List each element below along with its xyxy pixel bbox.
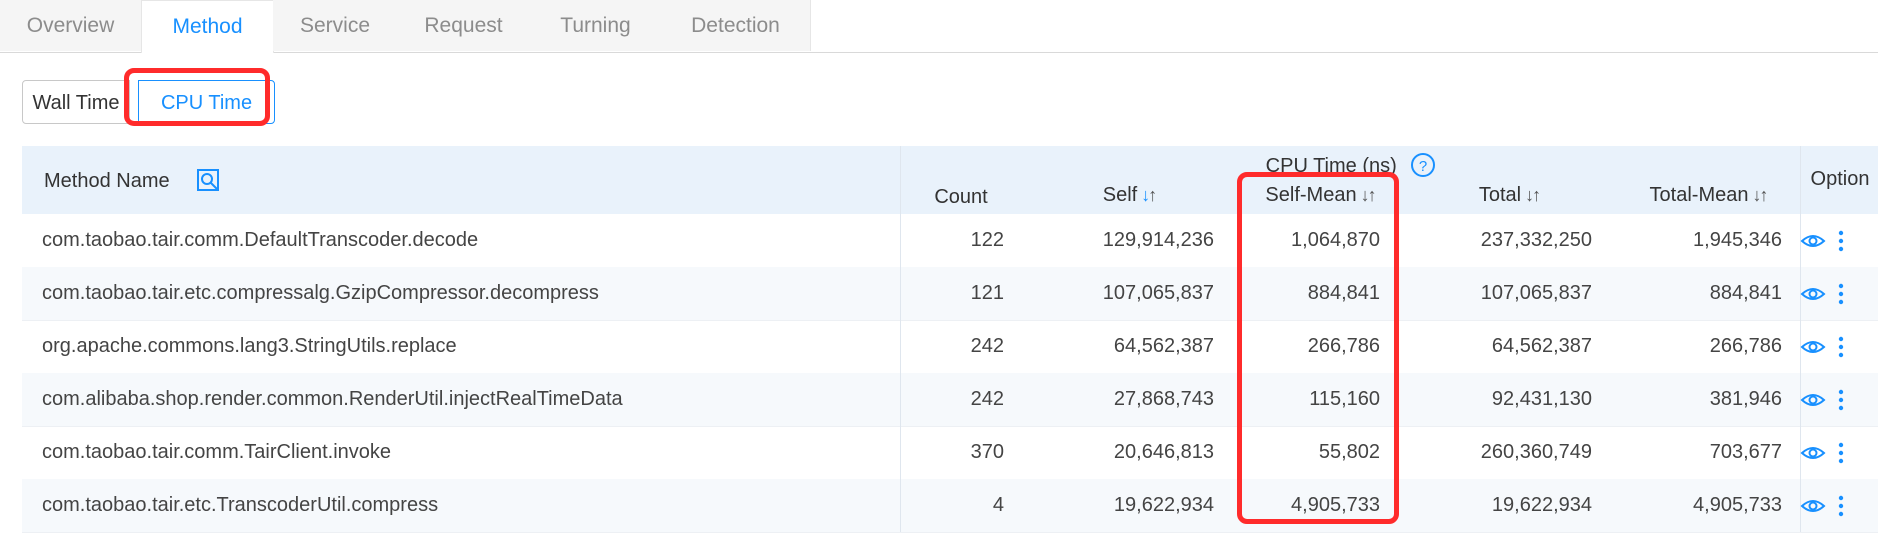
sort-icon[interactable]: ↓↑ — [1361, 185, 1377, 205]
eye-icon[interactable] — [1800, 496, 1826, 516]
method-name-cell: org.apache.commons.lang3.StringUtils.rep… — [42, 335, 457, 357]
total-cell: 260,360,749 — [1480, 441, 1592, 463]
header-divider — [900, 146, 901, 214]
total-cell: 107,065,837 — [1480, 282, 1592, 304]
total-header[interactable]: Total ↓↑ — [1404, 184, 1614, 207]
count-cell: 242 — [970, 335, 1004, 357]
sort-icon[interactable]: ↓↑ — [1525, 185, 1541, 205]
total-header-label: Total — [1478, 184, 1522, 206]
more-vertical-icon[interactable] — [1837, 389, 1845, 411]
self-mean-cell: 55,802 — [1318, 441, 1380, 463]
count-cell: 242 — [970, 388, 1004, 410]
more-vertical-icon[interactable] — [1837, 442, 1845, 464]
total-mean-cell: 381,946 — [1709, 388, 1782, 410]
total-cell: 92,431,130 — [1491, 388, 1592, 410]
self-mean-cell: 266,786 — [1307, 335, 1380, 357]
more-vertical-icon[interactable] — [1837, 336, 1845, 358]
cpu-time-button[interactable]: CPU Time — [138, 80, 275, 124]
search-icon[interactable] — [196, 168, 222, 194]
self-mean-cell: 4,905,733 — [1291, 494, 1380, 516]
tab-overview[interactable]: Overview — [0, 0, 142, 51]
total-mean-cell: 1,945,346 — [1693, 229, 1782, 251]
eye-icon[interactable] — [1800, 443, 1826, 463]
wall-time-button[interactable]: Wall Time — [22, 80, 130, 124]
tab-method[interactable]: Method — [141, 0, 274, 53]
method-name-cell: com.taobao.tair.etc.TranscoderUtil.compr… — [42, 494, 439, 516]
method-name-cell: com.taobao.tair.etc.compressalg.GzipComp… — [42, 282, 599, 304]
column-divider — [900, 373, 901, 426]
count-cell: 370 — [970, 441, 1004, 463]
self-cell: 20,646,813 — [1113, 441, 1214, 463]
count-header: Count — [934, 186, 988, 208]
self-header-label: Self — [1102, 184, 1138, 206]
tab-detection[interactable]: Detection — [661, 0, 811, 51]
table-header: Method Name CPU Time (ns) ? Option Count… — [22, 146, 1878, 214]
self-mean-cell: 1,064,870 — [1291, 229, 1380, 251]
table-row[interactable]: com.taobao.tair.comm.TairClient.invoke 37… — [22, 426, 1878, 480]
total-mean-header[interactable]: Total-Mean ↓↑ — [1616, 184, 1800, 207]
self-mean-header-label: Self-Mean — [1265, 184, 1357, 206]
self-mean-header[interactable]: Self-Mean ↓↑ — [1238, 184, 1402, 207]
tab-bar: Overview Method Service Request Turning … — [0, 0, 1878, 53]
total-mean-cell: 266,786 — [1709, 335, 1782, 357]
eye-icon[interactable] — [1800, 231, 1826, 251]
total-mean-cell: 884,841 — [1709, 282, 1782, 304]
method-name-cell: com.alibaba.shop.render.common.RenderUti… — [42, 388, 623, 410]
tab-turning[interactable]: Turning — [530, 0, 662, 51]
tab-service[interactable]: Service — [273, 0, 398, 51]
count-cell: 4 — [992, 494, 1004, 516]
table-row[interactable]: com.taobao.tair.etc.TranscoderUtil.compr… — [22, 479, 1878, 533]
method-name-cell: com.taobao.tair.comm.DefaultTranscoder.d… — [42, 229, 479, 251]
self-header[interactable]: Self ↓↑ — [1022, 184, 1236, 207]
method-name-header: Method Name — [44, 170, 170, 192]
eye-icon[interactable] — [1800, 284, 1826, 304]
table-row[interactable]: org.apache.commons.lang3.StringUtils.rep… — [22, 320, 1878, 374]
total-cell: 237,332,250 — [1480, 229, 1592, 251]
count-cell: 122 — [970, 229, 1004, 251]
more-vertical-icon[interactable] — [1837, 230, 1845, 252]
table-row[interactable]: com.taobao.tair.comm.DefaultTranscoder.d… — [22, 214, 1878, 268]
self-cell: 19,622,934 — [1113, 494, 1214, 516]
eye-icon[interactable] — [1800, 390, 1826, 410]
table-row[interactable]: com.taobao.tair.etc.compressalg.GzipComp… — [22, 267, 1878, 321]
self-cell: 64,562,387 — [1113, 335, 1214, 357]
sort-icon[interactable]: ↓↑ — [1141, 185, 1157, 205]
svg-text:?: ? — [1419, 158, 1427, 175]
self-cell: 107,065,837 — [1102, 282, 1214, 304]
total-cell: 64,562,387 — [1491, 335, 1592, 357]
table-row[interactable]: com.alibaba.shop.render.common.RenderUti… — [22, 373, 1878, 427]
cpu-time-group-label: CPU Time (ns) — [1265, 155, 1397, 177]
method-name-cell: com.taobao.tair.comm.TairClient.invoke — [42, 441, 392, 463]
count-cell: 121 — [970, 282, 1004, 304]
self-mean-cell: 115,160 — [1309, 388, 1380, 410]
total-cell: 19,622,934 — [1491, 494, 1592, 516]
column-divider — [900, 214, 901, 267]
more-vertical-icon[interactable] — [1837, 495, 1845, 517]
more-vertical-icon[interactable] — [1837, 283, 1845, 305]
header-divider — [1800, 146, 1801, 214]
column-divider — [900, 426, 901, 479]
eye-icon[interactable] — [1800, 337, 1826, 357]
sort-icon[interactable]: ↓↑ — [1752, 185, 1768, 205]
cpu-time-group-header: CPU Time (ns) ? — [902, 152, 1800, 178]
self-cell: 27,868,743 — [1113, 388, 1214, 410]
column-divider — [900, 479, 901, 532]
self-mean-cell: 884,841 — [1307, 282, 1380, 304]
total-mean-header-label: Total-Mean — [1649, 184, 1749, 206]
self-cell: 129,914,236 — [1102, 229, 1214, 251]
tab-request[interactable]: Request — [397, 0, 531, 51]
question-circle-icon[interactable]: ? — [1410, 152, 1436, 178]
total-mean-cell: 4,905,733 — [1693, 494, 1782, 516]
column-divider — [900, 267, 901, 320]
column-divider — [900, 320, 901, 373]
total-mean-cell: 703,677 — [1709, 441, 1782, 463]
option-header: Option — [1810, 168, 1870, 190]
